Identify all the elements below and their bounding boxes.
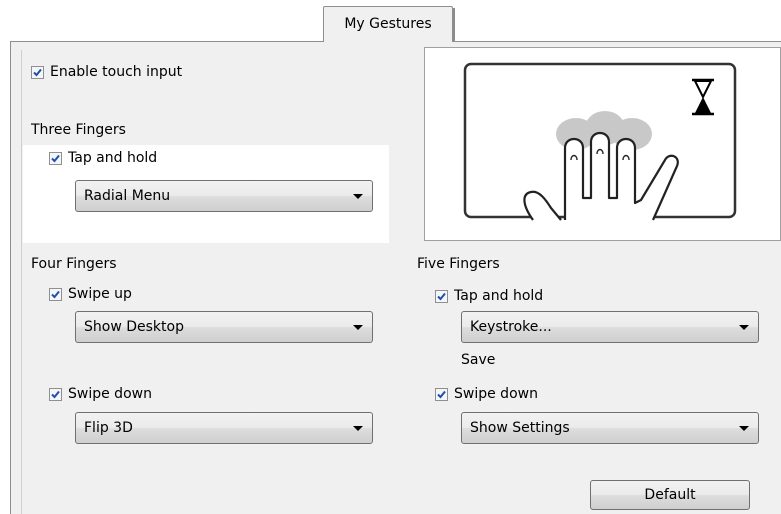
four-swipe-up-select[interactable]: Show Desktop (75, 311, 373, 343)
selected-value: Flip 3D (84, 420, 133, 436)
four-fingers-heading: Four Fingers (31, 256, 117, 272)
chevron-down-icon (739, 426, 749, 431)
checkmark-icon (437, 390, 446, 399)
selected-value: Radial Menu (84, 188, 171, 204)
checkmark-icon (437, 292, 446, 301)
selected-value: Show Desktop (84, 319, 184, 335)
checkmark-icon (51, 290, 60, 299)
five-swipe-down-checkbox[interactable] (435, 388, 448, 401)
checkmark-icon (51, 390, 60, 399)
three-tap-hold-checkbox[interactable] (49, 152, 62, 165)
three-fingers-heading: Three Fingers (31, 122, 126, 138)
selected-value: Show Settings (470, 420, 570, 436)
default-button[interactable]: Default (590, 480, 750, 510)
chevron-down-icon (353, 426, 363, 431)
three-tap-hold-select[interactable]: Radial Menu (75, 180, 373, 212)
keystroke-name-label: Save (461, 352, 496, 368)
five-tap-hold-select[interactable]: Keystroke... (461, 311, 759, 343)
panel-divider (21, 50, 22, 514)
enable-touch-checkbox[interactable] (31, 66, 44, 79)
checkmark-icon (51, 154, 60, 163)
five-swipe-down-label: Swipe down (454, 386, 538, 402)
three-tap-hold-label: Tap and hold (68, 150, 158, 166)
four-swipe-down-select[interactable]: Flip 3D (75, 412, 373, 444)
five-tap-hold-label: Tap and hold (454, 288, 544, 304)
selected-value: Keystroke... (470, 319, 552, 335)
five-fingers-heading: Five Fingers (417, 256, 500, 272)
five-swipe-down-select[interactable]: Show Settings (461, 412, 759, 444)
five-tap-hold-checkbox[interactable] (435, 290, 448, 303)
four-swipe-down-checkbox[interactable] (49, 388, 62, 401)
four-swipe-up-label: Swipe up (68, 286, 132, 302)
checkmark-icon (33, 68, 42, 77)
chevron-down-icon (353, 325, 363, 330)
enable-touch-label: Enable touch input (50, 64, 183, 80)
four-swipe-down-label: Swipe down (68, 386, 152, 402)
tab-my-gestures[interactable]: My Gestures (323, 6, 453, 42)
gesture-illustration (424, 47, 781, 241)
chevron-down-icon (353, 194, 363, 199)
chevron-down-icon (739, 325, 749, 330)
four-swipe-up-checkbox[interactable] (49, 288, 62, 301)
